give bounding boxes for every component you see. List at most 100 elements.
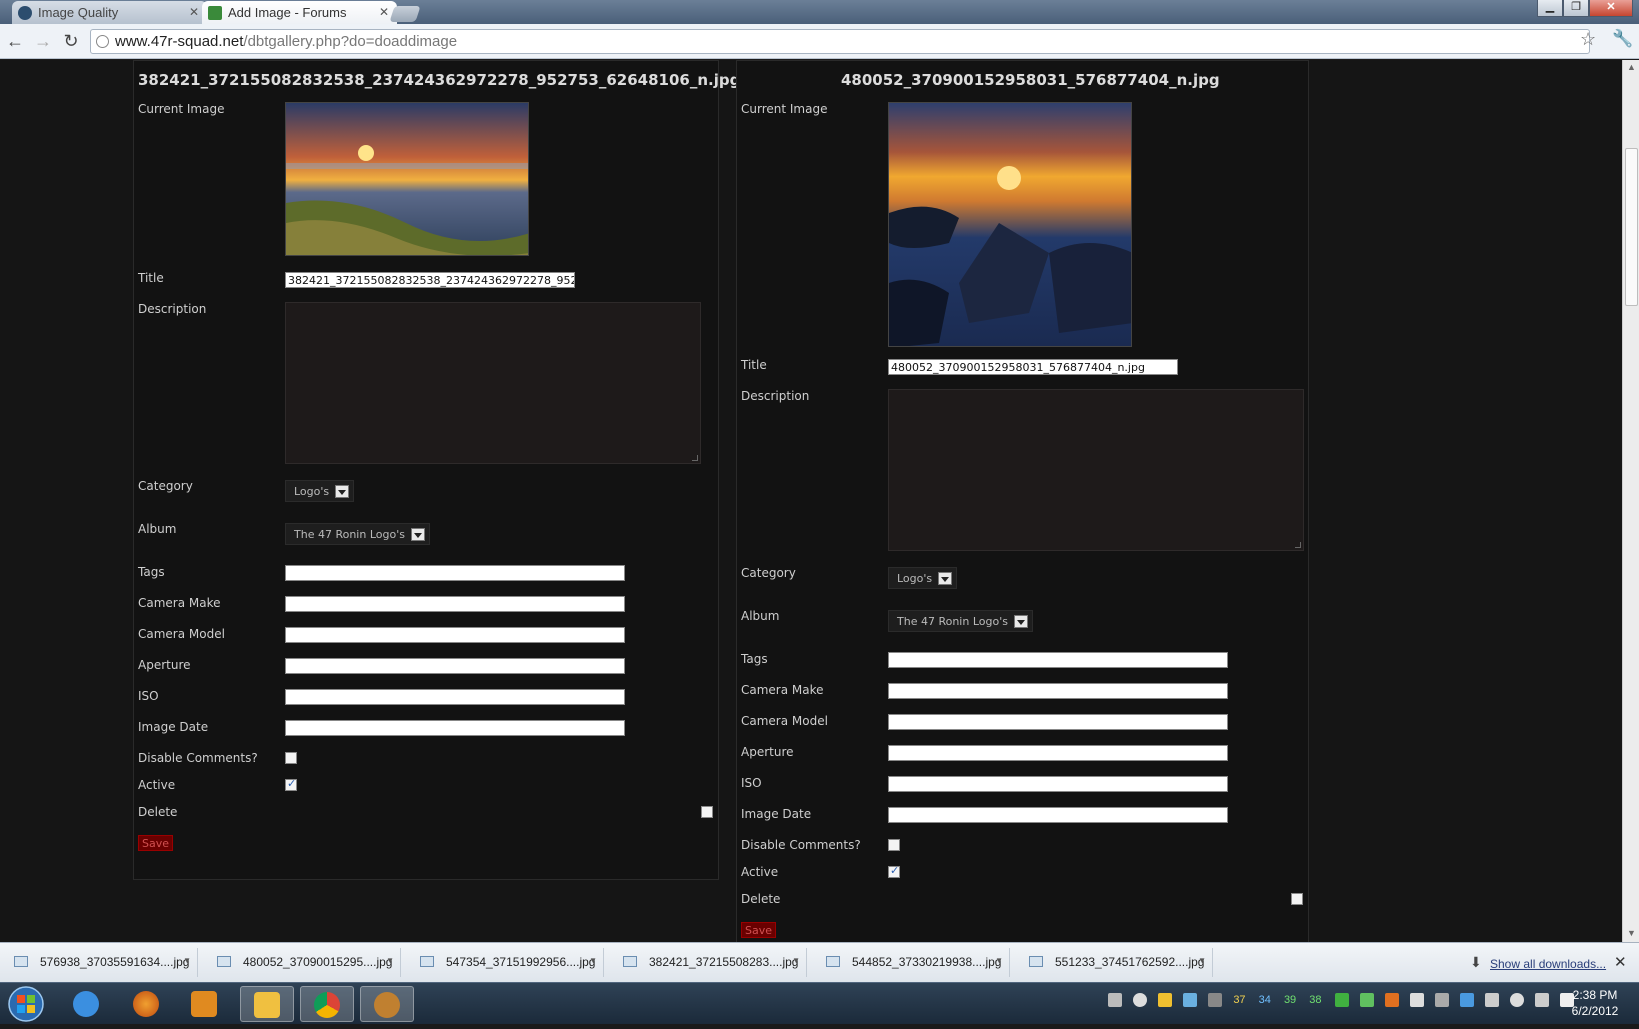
description-textarea[interactable] <box>888 389 1304 551</box>
wrench-icon[interactable]: 🔧 <box>1612 29 1633 49</box>
vertical-scrollbar[interactable]: ▲ ▼ <box>1622 60 1639 942</box>
reload-icon[interactable]: ↻ <box>60 30 82 52</box>
album-value: The 47 Ronin Logo's <box>294 528 405 541</box>
taskbar-firefox[interactable] <box>120 986 174 1022</box>
taskbar-game[interactable] <box>360 986 414 1022</box>
active-checkbox[interactable] <box>888 864 900 878</box>
delete-checkbox[interactable] <box>1291 893 1303 905</box>
current-image-label: Current Image <box>138 102 225 116</box>
tray-app-icon[interactable] <box>1208 993 1223 1007</box>
tab-add-image[interactable]: Add Image - Forums ✕ <box>202 1 397 24</box>
disable-comments-checkbox[interactable] <box>888 839 900 851</box>
taskbar-media-player[interactable] <box>178 986 232 1022</box>
image-file-icon <box>420 956 434 967</box>
close-window-icon[interactable]: ✕ <box>1589 0 1633 17</box>
active-checkbox[interactable] <box>285 777 297 791</box>
cpu-temp-readout: 37 <box>1233 994 1246 1006</box>
flag-icon[interactable] <box>1409 993 1424 1007</box>
taskbar-internet-explorer[interactable] <box>60 986 114 1022</box>
chevron-down-icon[interactable]: ▼ <box>995 956 1003 965</box>
tab-image-quality[interactable]: Image Quality ✕ <box>12 1 207 24</box>
camera-model-input[interactable] <box>285 627 625 643</box>
restore-icon[interactable]: ❐ <box>1563 0 1589 17</box>
camera-make-input[interactable] <box>285 596 625 612</box>
keyboard-icon[interactable] <box>1484 993 1499 1007</box>
resize-grip-icon[interactable] <box>1295 542 1301 548</box>
camera-model-input[interactable] <box>888 714 1228 730</box>
bookmark-star-icon[interactable]: ☆ <box>1580 29 1596 50</box>
internet-explorer-icon <box>73 991 99 1017</box>
back-arrow-icon[interactable]: ← <box>4 30 26 52</box>
cpu-temp-readout: 39 <box>1283 994 1297 1006</box>
tray-app-icon[interactable] <box>1434 993 1449 1007</box>
album-select[interactable]: The 47 Ronin Logo's <box>888 610 1033 632</box>
close-downloads-icon[interactable]: ✕ <box>1614 953 1627 971</box>
new-tab-button[interactable] <box>389 6 421 22</box>
nvidia-icon[interactable] <box>1359 993 1374 1007</box>
firefox-icon <box>133 991 159 1017</box>
tags-input[interactable] <box>888 652 1228 668</box>
title-input[interactable]: 382421_372155082832538_237424362972278_9… <box>285 272 575 288</box>
camera-make-input[interactable] <box>888 683 1228 699</box>
resize-grip-icon[interactable] <box>692 455 698 461</box>
iso-input[interactable] <box>888 776 1228 792</box>
chevron-down-icon[interactable]: ▼ <box>386 956 394 965</box>
delete-label: Delete <box>741 892 781 906</box>
image-date-input[interactable] <box>285 720 625 736</box>
title-input[interactable]: 480052_370900152958031_576877404_n.jpg <box>888 359 1178 375</box>
game-icon <box>374 992 400 1018</box>
chevron-down-icon[interactable]: ▼ <box>1198 956 1206 965</box>
save-button[interactable]: Save <box>741 922 777 938</box>
image-date-input[interactable] <box>888 807 1228 823</box>
tray-app-icon[interactable] <box>1133 993 1148 1007</box>
delete-checkbox[interactable] <box>701 806 713 818</box>
show-all-downloads-link[interactable]: Show all downloads... <box>1490 957 1606 971</box>
download-item[interactable]: 576938_37035591634....jpg ▼ <box>0 948 198 977</box>
category-select[interactable]: Logo's <box>285 480 355 502</box>
delete-label: Delete <box>138 805 178 819</box>
disable-comments-checkbox[interactable] <box>285 752 297 764</box>
action-center-icon[interactable] <box>1535 993 1550 1007</box>
taskbar-chrome[interactable] <box>300 986 354 1022</box>
camera-model-label: Camera Model <box>138 627 225 641</box>
download-item[interactable]: 382421_37215508283....jpg ▼ <box>609 948 807 977</box>
category-select[interactable]: Logo's <box>888 567 958 589</box>
download-filename: 382421_37215508283....jpg <box>649 955 799 969</box>
chevron-down-icon[interactable]: ▼ <box>183 956 191 965</box>
tray-app-icon[interactable] <box>1459 993 1474 1007</box>
download-item[interactable]: 547354_37151992956....jpg ▼ <box>406 948 604 977</box>
save-button[interactable]: Save <box>138 835 174 851</box>
iso-label: ISO <box>138 689 159 703</box>
chevron-down-icon[interactable]: ▼ <box>589 956 597 965</box>
album-select[interactable]: The 47 Ronin Logo's <box>285 523 430 545</box>
media-player-icon <box>191 991 217 1017</box>
download-item[interactable]: 480052_37090015295....jpg ▼ <box>203 948 401 977</box>
iso-input[interactable] <box>285 689 625 705</box>
minimize-icon[interactable]: ▁ <box>1537 0 1563 17</box>
aperture-input[interactable] <box>888 745 1228 761</box>
system-clock[interactable]: 2:38 PM 6/2/2012 <box>1560 987 1630 1019</box>
close-tab-icon[interactable]: ✕ <box>379 5 389 19</box>
download-item[interactable]: 551233_37451762592....jpg ▼ <box>1015 948 1213 977</box>
scroll-thumb[interactable] <box>1625 148 1638 306</box>
tray-app-icon[interactable] <box>1510 993 1524 1007</box>
steam-icon[interactable] <box>1108 993 1122 1007</box>
scroll-up-icon[interactable]: ▲ <box>1627 62 1636 72</box>
tray-app-icon[interactable] <box>1158 993 1173 1007</box>
network-icon[interactable] <box>1183 993 1198 1007</box>
aperture-input[interactable] <box>285 658 625 674</box>
taskbar-outlook[interactable] <box>240 986 294 1022</box>
description-textarea[interactable] <box>285 302 701 464</box>
start-button[interactable] <box>2 984 50 1024</box>
address-bar[interactable]: www.47r-squad.net/dbtgallery.php?do=doad… <box>90 29 1590 54</box>
tray-app-icon[interactable] <box>1384 993 1399 1007</box>
category-value: Logo's <box>897 572 933 585</box>
scroll-down-icon[interactable]: ▼ <box>1627 928 1636 938</box>
tags-input[interactable] <box>285 565 625 581</box>
close-tab-icon[interactable]: ✕ <box>189 5 199 19</box>
tray-app-icon[interactable] <box>1334 993 1349 1007</box>
forward-arrow-icon[interactable]: → <box>32 30 54 52</box>
window-controls: ▁ ❐ ✕ <box>1537 0 1633 17</box>
chevron-down-icon[interactable]: ▼ <box>792 956 800 965</box>
download-item[interactable]: 544852_37330219938....jpg ▼ <box>812 948 1010 977</box>
